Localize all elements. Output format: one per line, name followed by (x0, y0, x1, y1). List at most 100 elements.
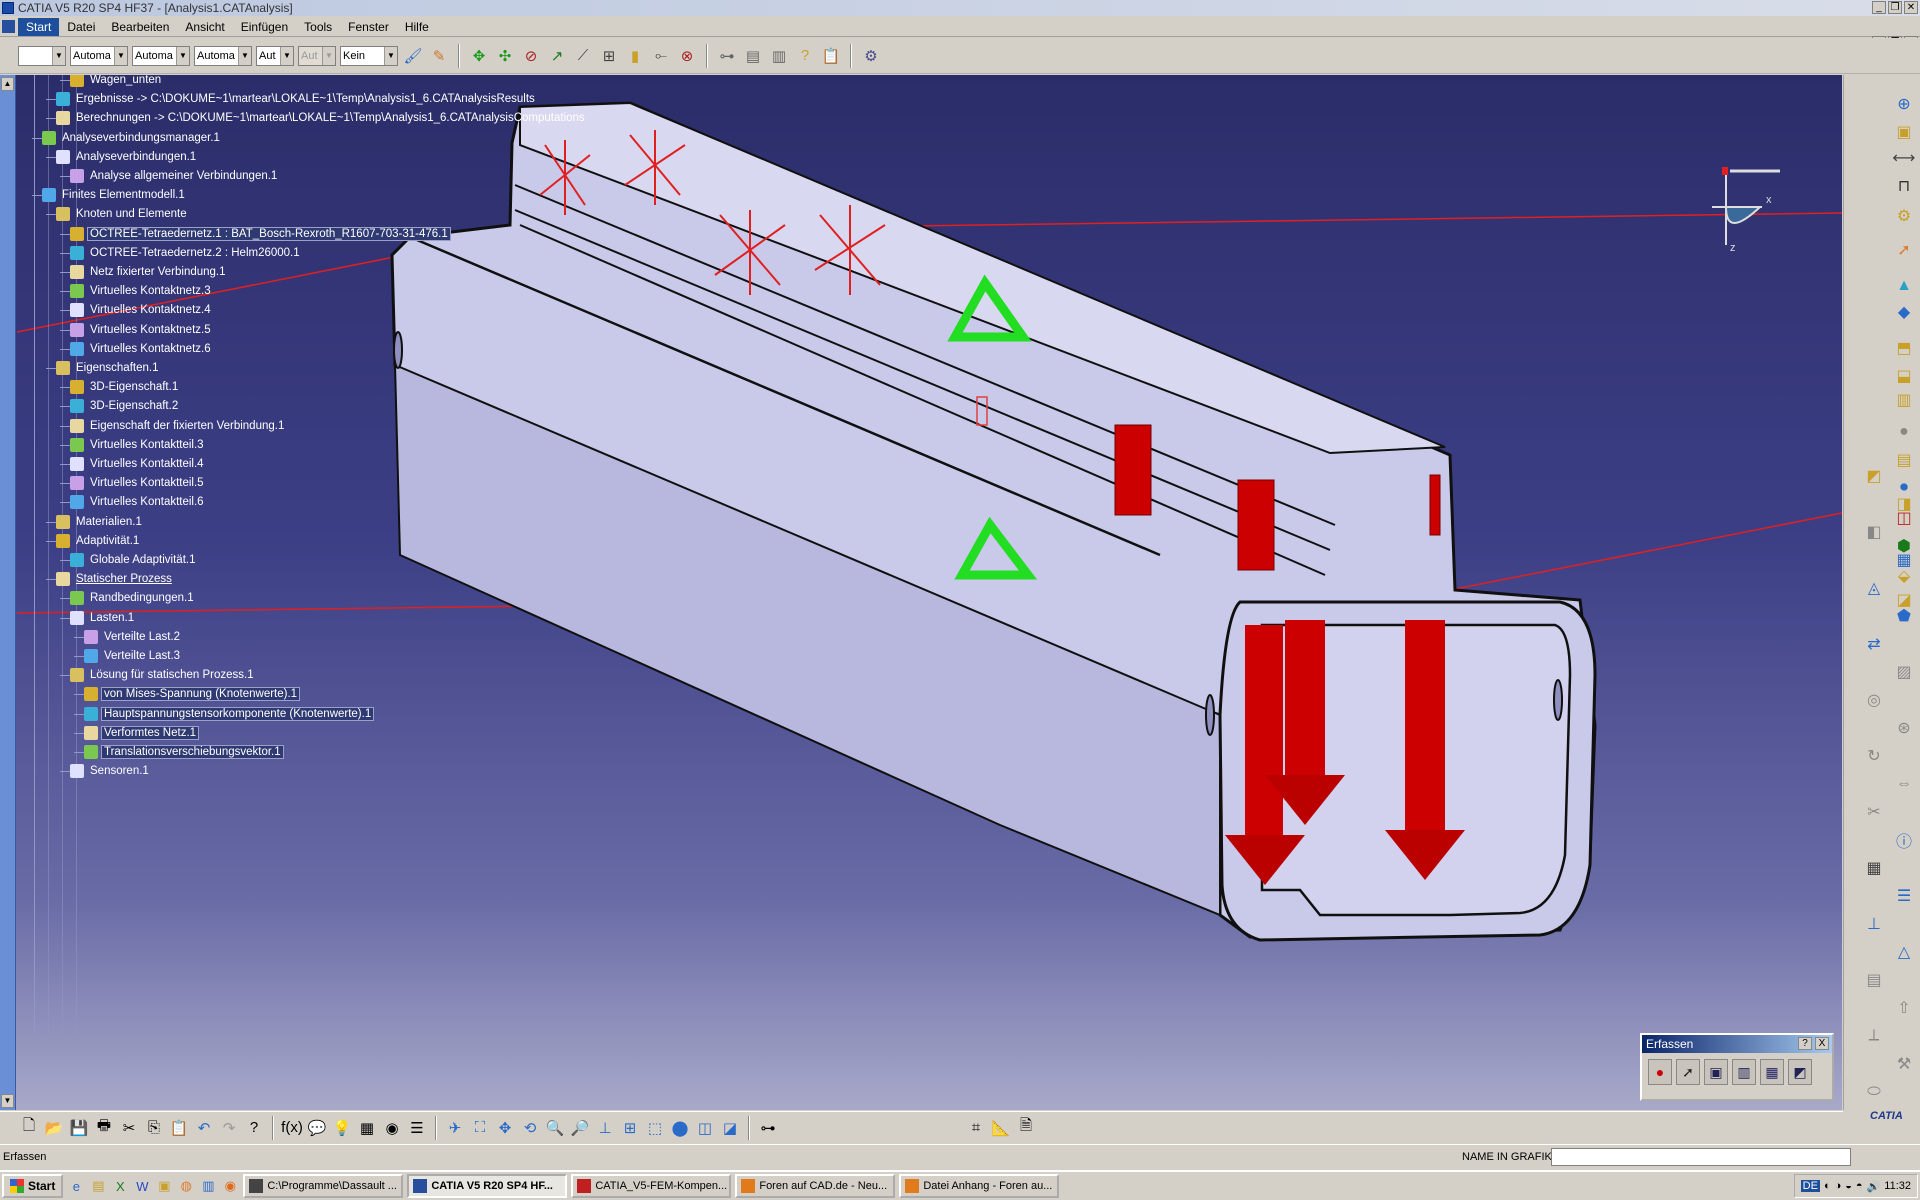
layer-icon[interactable]: ☰ (1892, 885, 1916, 907)
tree-node[interactable]: Analyse allgemeiner Verbindungen.1 (70, 167, 279, 185)
tray-icon[interactable]: ◑ (1835, 1180, 1842, 1192)
document-icon[interactable] (2, 20, 15, 33)
tree-scrollbar[interactable]: ▲ ▼ (0, 75, 16, 1110)
notes-icon[interactable]: ▥ (199, 1177, 217, 1195)
material-icon[interactable]: ▤ (1892, 449, 1916, 471)
whats-this-icon[interactable]: ? (243, 1117, 265, 1139)
fit-all-icon[interactable]: ⛶ (469, 1117, 491, 1139)
open-icon[interactable]: 📂 (43, 1117, 65, 1139)
erfassen-titlebar[interactable]: Erfassen ? X (1642, 1035, 1832, 1053)
scroll-down-button[interactable]: ▼ (1, 1094, 14, 1108)
settings-icon[interactable]: ⚙ (1892, 205, 1916, 227)
erfassen-help-button[interactable]: ? (1798, 1037, 1812, 1050)
bearing-icon[interactable]: ◧ (1862, 521, 1886, 543)
copy-icon[interactable]: ⎘ (143, 1117, 165, 1139)
excel-icon[interactable]: X (111, 1177, 129, 1195)
generate-icon[interactable]: ⚒ (1892, 1053, 1916, 1075)
linetype-combo[interactable]: Automa ▼ (132, 45, 190, 66)
tree-node[interactable]: Netz fixierter Verbindung.1 (70, 263, 228, 281)
axis-icon[interactable]: ⊥ (1862, 913, 1886, 935)
catalog-icon[interactable]: ⊶ (716, 45, 738, 67)
image-icon[interactable]: ▦ (1892, 549, 1916, 571)
menu-hilfe[interactable]: Hilfe (397, 20, 437, 34)
erfassen-panel[interactable]: Erfassen ? X ● ➚ ▣ ▥ ▦ ◩ (1640, 1033, 1834, 1101)
menu-fenster[interactable]: Fenster (340, 20, 397, 34)
tree-node[interactable]: Hauptspannungstensorkomponente (Knotenwe… (84, 705, 375, 723)
select-icon[interactable]: ➚ (1892, 239, 1916, 261)
save-management-icon[interactable]: ▤ (742, 45, 764, 67)
print-icon[interactable]: 🖶 (93, 1117, 115, 1139)
lightbulb-icon[interactable]: 💡 (331, 1117, 353, 1139)
align-icon[interactable]: ▮ (624, 45, 646, 67)
pan-icon[interactable]: ✥ (468, 45, 490, 67)
tree-node[interactable]: Virtuelles Kontaktnetz.6 (70, 340, 213, 358)
zoom-out-icon[interactable]: 🔎 (569, 1117, 591, 1139)
comment-icon[interactable]: 💬 (306, 1117, 328, 1139)
deactivate-icon[interactable]: ⊗ (676, 45, 698, 67)
report-icon[interactable]: ▨ (1892, 661, 1916, 683)
plugins-icon[interactable]: ⚙ (860, 45, 882, 67)
reset-compass-icon[interactable]: ⟜ (650, 45, 672, 67)
normal-view-icon[interactable]: ⊥ (594, 1117, 616, 1139)
distribute-icon[interactable]: ⊞ (598, 45, 620, 67)
stress-icon[interactable]: ⬟ (1892, 605, 1916, 627)
tree-node[interactable]: 3D-Eigenschaft.2 (70, 397, 180, 415)
tree-node[interactable]: Translationsverschiebungsvektor.1 (84, 743, 284, 761)
redo-icon[interactable]: ↷ (218, 1117, 240, 1139)
deformation-icon[interactable]: ◬ (1862, 577, 1886, 599)
menu-ansicht[interactable]: Ansicht (177, 20, 232, 34)
formula-icon[interactable]: f(x) (281, 1117, 303, 1139)
new-icon[interactable]: 🗋 (18, 1117, 40, 1139)
report-icon[interactable]: 🗎 (1015, 1117, 1037, 1139)
taskbar-task[interactable]: CATIA_V5-FEM-Kompen... (571, 1174, 732, 1198)
fly-mode-icon[interactable]: ✈ (444, 1117, 466, 1139)
clipboard-icon[interactable]: 📋 (820, 45, 842, 67)
erfassen-close-button[interactable]: X (1815, 1037, 1829, 1050)
tree-node[interactable]: Adaptivität.1 (56, 532, 141, 550)
app-icon[interactable]: ▣ (155, 1177, 173, 1195)
clamp-icon[interactable]: ⊓ (1892, 175, 1916, 197)
3d-viewer[interactable]: x z ▲ ▼ Wagen_unten Ergebnisse -> C:\DOKU… (0, 75, 1842, 1110)
taskbar-task[interactable]: C:\Programme\Dassault ... (243, 1174, 404, 1198)
tree-node[interactable]: Eigenschaft der fixierten Verbindung.1 (70, 417, 286, 435)
ie-icon[interactable]: e (67, 1177, 85, 1195)
property-icon[interactable]: ▥ (1892, 389, 1916, 411)
tray-icon[interactable]: ◐ (1824, 1180, 1831, 1192)
moment-icon[interactable]: ◨ (1892, 493, 1916, 515)
mirror-icon[interactable]: ⟂ (1862, 1025, 1886, 1047)
scroll-up-button[interactable]: ▲ (1, 77, 14, 91)
tree-node[interactable]: Wagen_unten (70, 75, 163, 89)
surface-mesh-icon[interactable]: ◆ (1892, 301, 1916, 323)
load-bar[interactable] (1114, 424, 1152, 516)
snap-icon[interactable]: ⊘ (520, 45, 542, 67)
tree-node[interactable]: Sensoren.1 (70, 762, 151, 780)
menu-start[interactable]: Start (18, 17, 60, 36)
tray-icon[interactable]: ◒ (1845, 1180, 1852, 1192)
knowledge-icon[interactable]: ▥ (768, 45, 790, 67)
format-painter-icon[interactable]: 🖌 (402, 45, 424, 67)
tree-node[interactable]: Knoten und Elemente (56, 205, 189, 223)
cut-plane-icon[interactable]: ✂ (1862, 801, 1886, 823)
displacement-icon[interactable]: ⇄ (1862, 633, 1886, 655)
print-capture-icon[interactable]: ◩ (1788, 1059, 1812, 1085)
tree-node[interactable]: Analyseverbindungsmanager.1 (42, 129, 222, 147)
multi-view-icon[interactable]: ⊞ (619, 1117, 641, 1139)
menu-bearbeiten[interactable]: Bearbeiten (103, 20, 177, 34)
outlook-icon[interactable]: ◍ (177, 1177, 195, 1195)
capture-options-icon[interactable]: ▣ (1704, 1059, 1728, 1085)
tree-node[interactable]: Virtuelles Kontaktteil.4 (70, 455, 206, 473)
restraint-icon[interactable]: △ (1892, 941, 1916, 963)
pan-view-icon[interactable]: ✥ (494, 1117, 516, 1139)
tree-expand-icon[interactable]: ⊶ (757, 1117, 779, 1139)
help-icon[interactable]: ? (794, 45, 816, 67)
tree-node[interactable]: Lasten.1 (70, 609, 136, 627)
export-icon[interactable]: ⇧ (1892, 997, 1916, 1019)
tree-node[interactable]: Verformtes Netz.1 (84, 724, 200, 742)
catalog-icon[interactable]: ▤ (1862, 969, 1886, 991)
menu-datei[interactable]: Datei (59, 20, 103, 34)
tree-node[interactable]: Materialien.1 (56, 513, 144, 531)
rotate-icon[interactable]: ✣ (494, 45, 516, 67)
grid-icon[interactable]: ▦ (1862, 857, 1886, 879)
iso-view-icon[interactable]: ⬚ (644, 1117, 666, 1139)
tree-node[interactable]: Virtuelles Kontaktnetz.4 (70, 301, 213, 319)
